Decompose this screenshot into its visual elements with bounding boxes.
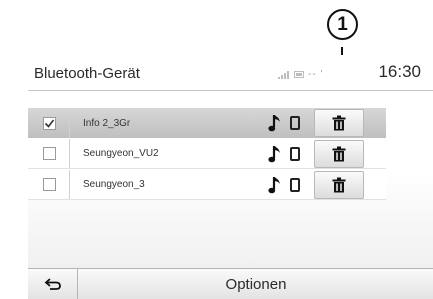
callout-number-badge: 1: [327, 9, 358, 40]
device-checkbox[interactable]: [43, 178, 56, 191]
music-note-icon: [268, 177, 280, 194]
status-mark: ': [320, 69, 324, 80]
trash-icon: [332, 115, 346, 131]
device-checkbox[interactable]: [43, 116, 56, 130]
footer-bar: Optionen: [28, 268, 433, 299]
music-note-icon: [268, 146, 280, 163]
device-name: Seungyeon_VU2: [83, 148, 159, 159]
music-note-icon: [268, 115, 280, 132]
status-dashes: --: [308, 69, 317, 80]
device-row[interactable]: Seungyeon_3: [28, 170, 386, 200]
clock: 16:30: [378, 62, 421, 81]
back-arrow-icon: [44, 278, 61, 290]
status-indicators: -- ': [278, 69, 324, 80]
delete-device-button[interactable]: [314, 140, 364, 168]
phone-icon: [290, 178, 300, 192]
phone-icon: [290, 147, 300, 161]
device-row[interactable]: Info 2_3Gr: [28, 108, 386, 138]
phone-icon: [290, 116, 300, 130]
trash-icon: [332, 177, 346, 193]
page-title: Bluetooth-Gerät: [34, 65, 140, 82]
delete-device-button[interactable]: [314, 109, 364, 137]
header-bar: Bluetooth-Gerät -- ' 16:30: [28, 55, 433, 91]
options-button[interactable]: Optionen: [79, 269, 433, 299]
checkmark-icon: [44, 119, 55, 128]
battery-icon: [294, 71, 304, 78]
device-name: Info 2_3Gr: [83, 117, 131, 129]
device-row[interactable]: Seungyeon_VU2: [28, 139, 386, 169]
delete-device-button[interactable]: [314, 171, 364, 199]
trash-icon: [332, 146, 346, 162]
device-list: Info 2_3Gr Seungyeon_VU2 Seungyeon_3: [28, 91, 433, 268]
back-button[interactable]: [28, 269, 78, 299]
device-checkbox[interactable]: [43, 147, 56, 160]
signal-strength-icon: [278, 70, 290, 79]
device-name: Seungyeon_3: [83, 179, 145, 190]
